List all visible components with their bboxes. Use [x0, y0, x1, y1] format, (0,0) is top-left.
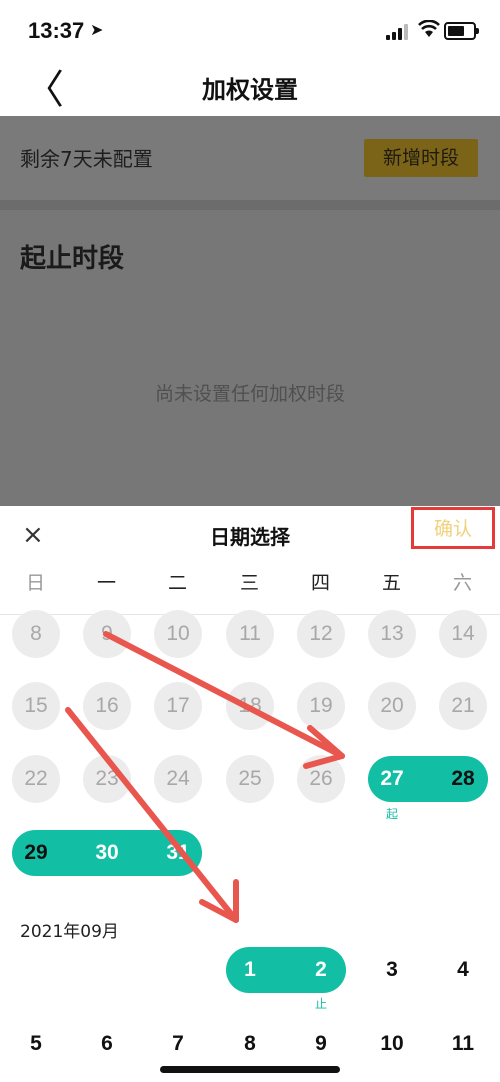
arrow-to-start-date [103, 631, 345, 759]
arrow-to-end-date [65, 707, 239, 923]
annotation-arrows [65, 631, 345, 923]
home-indicator [160, 1066, 340, 1073]
